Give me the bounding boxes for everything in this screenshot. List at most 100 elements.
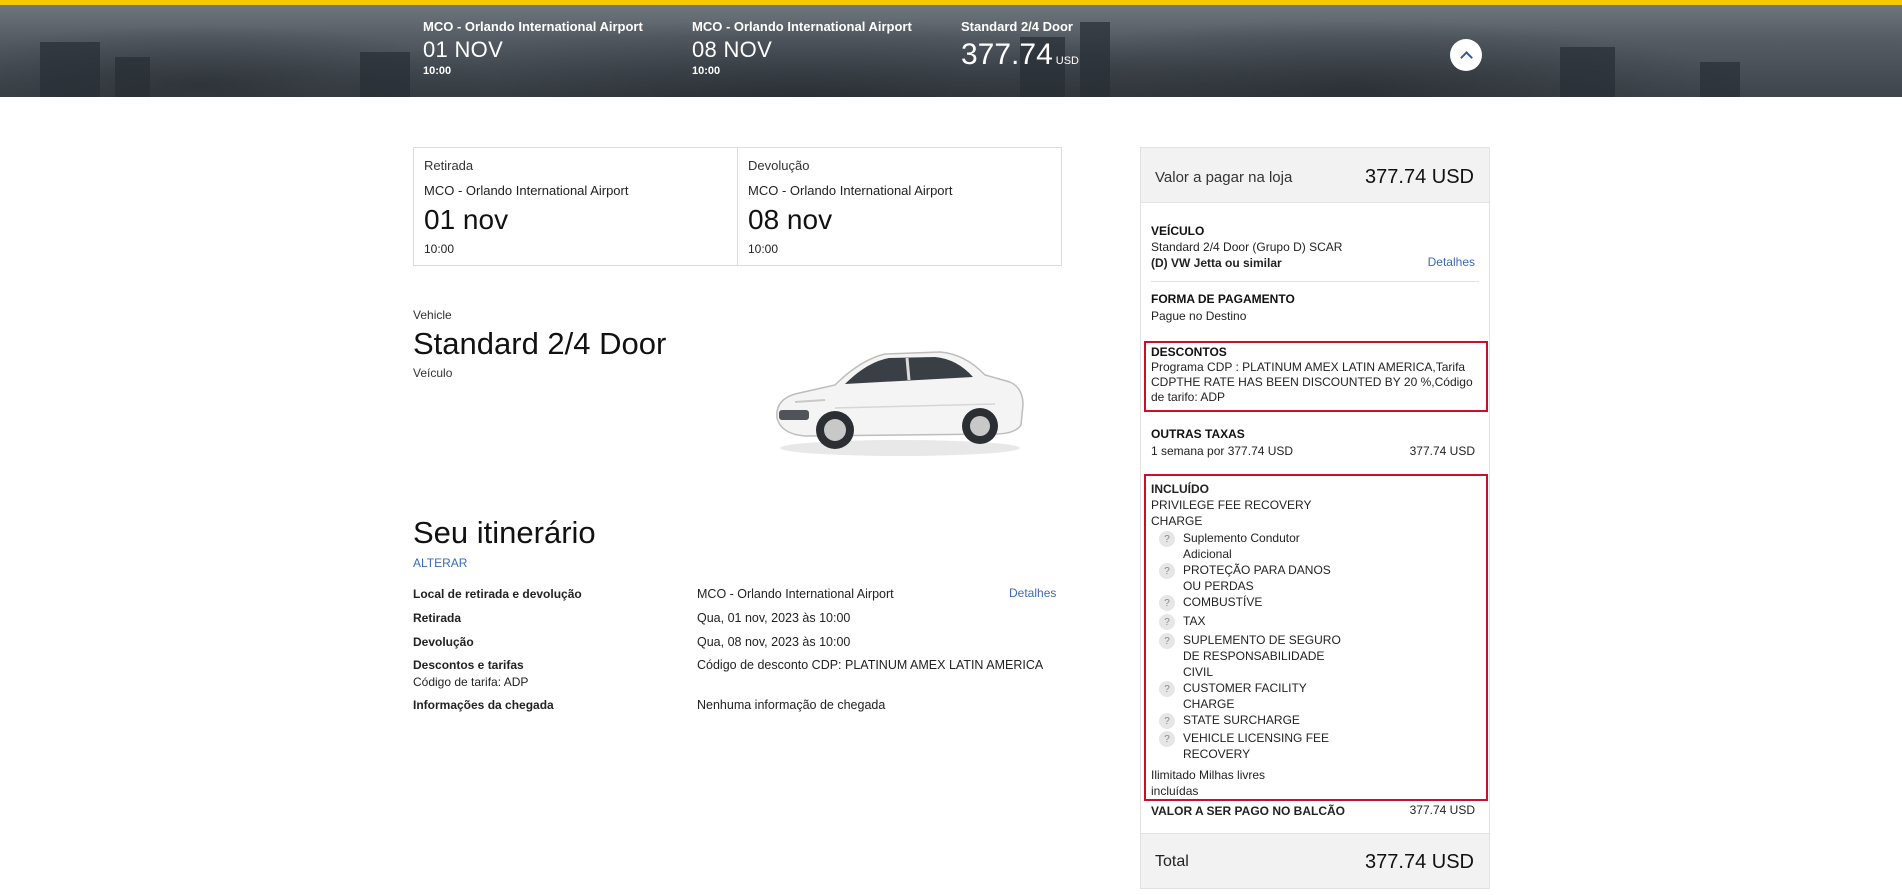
help-icon[interactable]: ?: [1159, 614, 1175, 630]
summary-discounts-heading: DESCONTOS: [1151, 345, 1227, 359]
help-icon[interactable]: ?: [1159, 713, 1175, 729]
summary-included-heading: INCLUÍDO: [1151, 482, 1209, 496]
included-item: VEHICLE LICENSING FEE RECOVERY: [1183, 730, 1353, 762]
pay-at-store-row: Valor a pagar na loja 377.74 USD: [1141, 148, 1489, 203]
summary-vehicle-details-link[interactable]: Detalhes: [1428, 255, 1475, 269]
pickup-date: 01 nov: [424, 204, 509, 235]
included-item-line: OU PERDAS: [1183, 579, 1254, 593]
help-icon[interactable]: ?: [1159, 731, 1175, 747]
itinerary-value: Qua, 08 nov, 2023 às 10:00: [697, 635, 851, 649]
included-item-line: CHARGE: [1183, 697, 1235, 711]
summary-vehicle-line1: Standard 2/4 Door (Grupo D) SCAR: [1151, 240, 1343, 254]
summary-other-fees-value: 377.74 USD: [1409, 444, 1475, 458]
counter-label: VALOR A SER PAGO NO BALCÃO: [1151, 804, 1346, 818]
change-itinerary-link[interactable]: ALTERAR: [413, 556, 467, 570]
total-value: 377.74 USD: [1365, 851, 1474, 873]
counter-value: 377.74 USD: [1409, 803, 1475, 817]
header-return-date: 08 NOV: [692, 37, 773, 62]
included-item: PROTEÇÃO PARA DANOS OU PERDAS: [1183, 562, 1353, 594]
return-label: Devolução: [748, 158, 810, 173]
itinerary-value: MCO - Orlando International Airport: [697, 587, 894, 601]
header-return-location: MCO - Orlando International Airport: [692, 19, 912, 34]
included-item-line: TAX: [1183, 614, 1206, 628]
itinerary-label: Local de retirada e devolução: [413, 587, 582, 601]
pickup-column: Retirada MCO - Orlando International Air…: [414, 148, 737, 265]
help-icon[interactable]: ?: [1159, 563, 1175, 579]
header-price: 377.74 USD: [961, 38, 1079, 72]
summary-other-fees-heading: OUTRAS TAXAS: [1151, 427, 1245, 441]
booking-header: MCO - Orlando International Airport 01 N…: [0, 0, 1902, 97]
pickup-return-card: Retirada MCO - Orlando International Air…: [413, 147, 1062, 266]
pay-at-store-label: Valor a pagar na loja: [1155, 169, 1293, 186]
help-icon[interactable]: ?: [1159, 681, 1175, 697]
included-item: COMBUSTÍVE: [1183, 594, 1353, 610]
included-item: TAX: [1183, 613, 1353, 629]
pay-at-store-value: 377.74 USD: [1365, 166, 1474, 188]
summary-discounts-line3: de tarifo: ADP: [1151, 390, 1226, 404]
included-item-line: Adicional: [1183, 547, 1232, 561]
return-time: 10:00: [748, 242, 779, 256]
included-item-line: SUPLEMENTO DE SEGURO: [1183, 633, 1341, 647]
pickup-location: MCO - Orlando International Airport: [424, 183, 629, 198]
total-label: Total: [1155, 853, 1189, 870]
itinerary-details-link[interactable]: Detalhes: [1009, 586, 1056, 600]
summary-discounts-section: DESCONTOS Programa CDP : PLATINUM AMEX L…: [1151, 345, 1479, 405]
included-item-line: DE RESPONSABILIDADE: [1183, 649, 1325, 663]
itinerary-value: Código de desconto CDP: PLATINUM AMEX LA…: [697, 658, 1044, 672]
pickup-label: Retirada: [424, 158, 474, 173]
help-icon[interactable]: ?: [1159, 633, 1175, 649]
header-pickup: MCO - Orlando International Airport 01 N…: [423, 19, 643, 77]
help-icon[interactable]: ?: [1159, 531, 1175, 547]
summary-included-tail1: Ilimitado Milhas livres: [1151, 768, 1266, 782]
header-pickup-location: MCO - Orlando International Airport: [423, 19, 643, 34]
included-item-line: CUSTOMER FACILITY: [1183, 681, 1307, 695]
header-vehicle-name: Standard 2/4 Door: [961, 19, 1073, 34]
pickup-time: 10:00: [424, 242, 455, 256]
summary-payment-section: FORMA DE PAGAMENTO Pague no Destino: [1151, 292, 1479, 323]
header-price-currency: USD: [1055, 55, 1079, 67]
summary-included-lead1: PRIVILEGE FEE RECOVERY: [1151, 498, 1312, 512]
price-summary-panel: Valor a pagar na loja 377.74 USD VEÍCULO…: [1140, 147, 1490, 889]
total-row: Total 377.74 USD: [1141, 833, 1489, 888]
chevron-up-icon: [1459, 50, 1473, 64]
included-item-line: PROTEÇÃO PARA DANOS: [1183, 563, 1331, 577]
included-item: Suplemento Condutor Adicional: [1183, 530, 1353, 562]
included-item: STATE SURCHARGE: [1183, 712, 1353, 728]
vehicle-subtitle: Veículo: [413, 366, 453, 380]
header-vehicle: Standard 2/4 Door 377.74 USD: [961, 19, 1079, 72]
itinerary-value: Nenhuma informação de chegada: [697, 698, 886, 712]
itinerary-label: Devolução: [413, 635, 474, 649]
vehicle-caption: Vehicle: [413, 308, 452, 322]
return-location: MCO - Orlando International Airport: [748, 183, 953, 198]
summary-discounts-line2: CDPTHE RATE HAS BEEN DISCOUNTED BY 20 %,…: [1151, 375, 1473, 389]
help-icon[interactable]: ?: [1159, 595, 1175, 611]
collapse-header-button[interactable]: [1450, 39, 1482, 71]
summary-vehicle-heading: VEÍCULO: [1151, 224, 1205, 238]
included-item-line: Suplemento Condutor: [1183, 531, 1300, 545]
return-column: Devolução MCO - Orlando International Ai…: [737, 148, 1061, 265]
itinerary-label: Descontos e tarifas: [413, 658, 524, 672]
summary-payment-heading: FORMA DE PAGAMENTO: [1151, 292, 1295, 306]
itinerary-title: Seu itinerário: [413, 515, 596, 550]
itinerary-label: Retirada: [413, 611, 462, 625]
summary-included-tail2: incluídas: [1151, 784, 1199, 798]
summary-discounts-line1: Programa CDP : PLATINUM AMEX LATIN AMERI…: [1151, 360, 1466, 374]
header-pickup-date: 01 NOV: [423, 37, 504, 62]
included-item-line: STATE SURCHARGE: [1183, 713, 1300, 727]
return-date: 08 nov: [748, 204, 833, 235]
included-item-line: RECOVERY: [1183, 747, 1251, 761]
itinerary-label: Informações da chegada: [413, 698, 554, 712]
included-item-line: VEHICLE LICENSING FEE: [1183, 731, 1330, 745]
header-price-value: 377.74: [961, 38, 1053, 71]
header-return-time: 10:00: [692, 65, 721, 77]
header-return: MCO - Orlando International Airport 08 N…: [692, 19, 912, 77]
header-pickup-time: 10:00: [423, 65, 452, 77]
itinerary-value: Qua, 01 nov, 2023 às 10:00: [697, 611, 851, 625]
summary-payment-value: Pague no Destino: [1151, 309, 1247, 323]
included-item-line: CIVIL: [1183, 665, 1214, 679]
car-image: [776, 351, 1024, 456]
included-item-line: COMBUSTÍVE: [1183, 595, 1263, 609]
vehicle-name: Standard 2/4 Door: [413, 326, 667, 361]
included-item: SUPLEMENTO DE SEGURO DE RESPONSABILIDADE…: [1183, 632, 1353, 680]
itinerary-sublabel: Código de tarifa: ADP: [413, 675, 529, 689]
